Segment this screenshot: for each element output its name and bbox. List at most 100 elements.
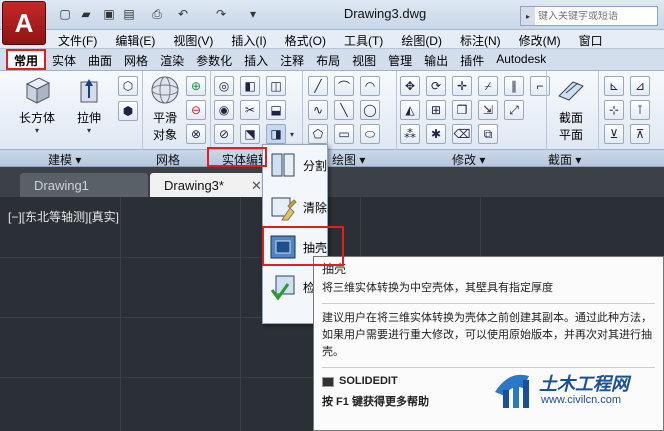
join-icon[interactable]: ⧉ — [478, 124, 498, 144]
tab-solid[interactable]: 实体 — [46, 49, 82, 70]
ucs-world-icon[interactable]: ⊿ — [630, 76, 650, 96]
ucs-icon[interactable]: ⊾ — [604, 76, 624, 96]
undo-icon[interactable]: ↶ — [174, 6, 192, 22]
ray-icon[interactable]: ╲ — [334, 100, 354, 120]
arc-icon[interactable]: ◠ — [360, 76, 380, 96]
offset-icon[interactable]: ∥ — [504, 76, 524, 96]
tab-parametric[interactable]: 参数化 — [190, 49, 238, 70]
polyline-icon[interactable]: ⌒ — [334, 76, 354, 96]
print-icon[interactable]: ⎙ — [148, 6, 166, 22]
tab-insert[interactable]: 插入 — [238, 49, 274, 70]
panel-title-modeling[interactable]: 建模 ▾ — [48, 151, 81, 168]
file-tab-drawing1[interactable]: Drawing1 — [20, 173, 148, 197]
explode-icon[interactable]: ✱ — [426, 124, 446, 144]
erase-icon[interactable]: ⌫ — [452, 124, 472, 144]
search-box[interactable]: ▸ — [520, 6, 658, 26]
mesh-remove-icon[interactable]: ⊖ — [186, 100, 206, 120]
union-icon[interactable]: ◎ — [214, 76, 234, 96]
open-icon[interactable]: ▰ — [77, 6, 95, 22]
move-icon[interactable]: ✥ — [400, 76, 420, 96]
gizmo-icon[interactable]: ✛ — [452, 76, 472, 96]
mesh-add-icon[interactable]: ⊕ — [186, 76, 206, 96]
menu-format[interactable]: 格式(O) — [285, 30, 326, 48]
mesh-refine-icon[interactable]: ⊗ — [186, 124, 206, 144]
smooth-object-button[interactable]: 平滑 对象 — [142, 74, 188, 143]
tab-plugins[interactable]: 插件 — [454, 49, 490, 70]
interfere-icon[interactable]: ◉ — [214, 100, 234, 120]
menu-view[interactable]: 视图(V) — [173, 30, 213, 48]
menu-tools[interactable]: 工具(T) — [344, 30, 383, 48]
menu-item-separate[interactable]: 分割 — [267, 149, 347, 181]
circle-icon[interactable]: ◯ — [360, 100, 380, 120]
box-button[interactable]: 长方体 ▾ — [14, 74, 60, 135]
separate-icon[interactable]: ◨ — [266, 124, 286, 144]
section-label-line1: 截面 — [558, 111, 583, 125]
box-dropdown-icon[interactable]: ▾ — [14, 126, 60, 135]
tab-home[interactable]: 常用 — [6, 49, 47, 70]
menu-dimension[interactable]: 标注(N) — [460, 30, 501, 48]
scale-icon[interactable]: ⤢ — [504, 100, 524, 120]
panel-title-section[interactable]: 截面 ▾ — [548, 151, 581, 168]
menu-draw[interactable]: 绘图(D) — [401, 30, 442, 48]
trim-icon[interactable]: ⌿ — [478, 76, 498, 96]
menu-edit[interactable]: 编辑(E) — [115, 30, 155, 48]
tab-mesh[interactable]: 网格 — [118, 49, 154, 70]
tab-manage[interactable]: 管理 — [382, 49, 418, 70]
menu-file[interactable]: 文件(F) — [58, 30, 97, 48]
menu-window[interactable]: 窗口 — [579, 30, 603, 48]
rectangle-icon[interactable]: ▭ — [334, 124, 354, 144]
extrude-button[interactable]: 拉伸 ▾ — [66, 74, 112, 135]
rotate3d-icon[interactable]: ⟳ — [426, 76, 446, 96]
new-icon[interactable]: ▢ — [56, 6, 74, 22]
line-icon[interactable]: ╱ — [308, 76, 328, 96]
section-plane-button[interactable]: 截面 平面 — [548, 74, 594, 143]
array-icon[interactable]: ⁂ — [400, 124, 420, 144]
solid-edit-dropdown-icon[interactable]: ▾ — [290, 130, 294, 139]
ellipse-icon[interactable]: ⬭ — [360, 124, 380, 144]
fillet-icon[interactable]: ⌐ — [530, 76, 550, 96]
extrude-dropdown-icon[interactable]: ▾ — [66, 126, 112, 135]
search-expand-icon[interactable]: ▸ — [521, 7, 535, 25]
thicken-icon[interactable]: ⊘ — [214, 124, 234, 144]
close-tab-icon[interactable]: ✕ — [251, 178, 262, 194]
viewport-controls-label[interactable]: [−][东北等轴测][真实] — [8, 208, 119, 225]
search-input[interactable] — [535, 10, 655, 22]
presspull-icon[interactable]: ⬡ — [118, 76, 138, 96]
qat-dropdown-icon[interactable]: ▾ — [244, 6, 262, 22]
panel-title-mesh[interactable]: 网格 — [156, 151, 180, 168]
menu-item-clean[interactable]: 清除 — [267, 191, 347, 223]
shell-highlight-box — [262, 226, 344, 266]
polysolid-icon[interactable]: ⬢ — [118, 101, 138, 121]
polygon-icon[interactable]: ⬠ — [308, 124, 328, 144]
subtract-icon[interactable]: ◧ — [240, 76, 260, 96]
redo-icon[interactable]: ↷ — [212, 6, 230, 22]
tab-annotate[interactable]: 注释 — [274, 49, 310, 70]
panel-title-modify[interactable]: 修改 ▾ — [452, 151, 485, 168]
mirror-icon[interactable]: ◭ — [400, 100, 420, 120]
slice-icon[interactable]: ✂ — [240, 100, 260, 120]
tab-layout[interactable]: 布局 — [310, 49, 346, 70]
stretch-icon[interactable]: ⇲ — [478, 100, 498, 120]
menu-modify[interactable]: 修改(M) — [519, 30, 561, 48]
tab-autodesk[interactable]: Autodesk — [490, 49, 552, 70]
smooth-label-line1: 平滑 — [152, 111, 177, 125]
menu-insert[interactable]: 插入(I) — [231, 30, 266, 48]
intersect-icon[interactable]: ◫ — [266, 76, 286, 96]
saveas-icon[interactable]: ▤ — [120, 6, 138, 22]
ucs-view-icon[interactable]: ⊺ — [630, 100, 650, 120]
imprint-icon[interactable]: ⬓ — [266, 100, 286, 120]
spline-icon[interactable]: ∿ — [308, 100, 328, 120]
align-icon[interactable]: ⊞ — [426, 100, 446, 120]
smooth-label-line2: 对象 — [152, 128, 177, 142]
application-menu-button[interactable]: A — [2, 1, 46, 45]
tab-surface[interactable]: 曲面 — [82, 49, 118, 70]
tab-output[interactable]: 输出 — [418, 49, 454, 70]
copy-icon[interactable]: ❐ — [452, 100, 472, 120]
ucs-origin-icon[interactable]: ⊹ — [604, 100, 624, 120]
ucs-face-icon[interactable]: ⊼ — [630, 124, 650, 144]
tab-view[interactable]: 视图 — [346, 49, 382, 70]
save-icon[interactable]: ▣ — [100, 6, 118, 22]
extract-edges-icon[interactable]: ⬔ — [240, 124, 260, 144]
ucs-object-icon[interactable]: ⊻ — [604, 124, 624, 144]
tab-render[interactable]: 渲染 — [154, 49, 190, 70]
